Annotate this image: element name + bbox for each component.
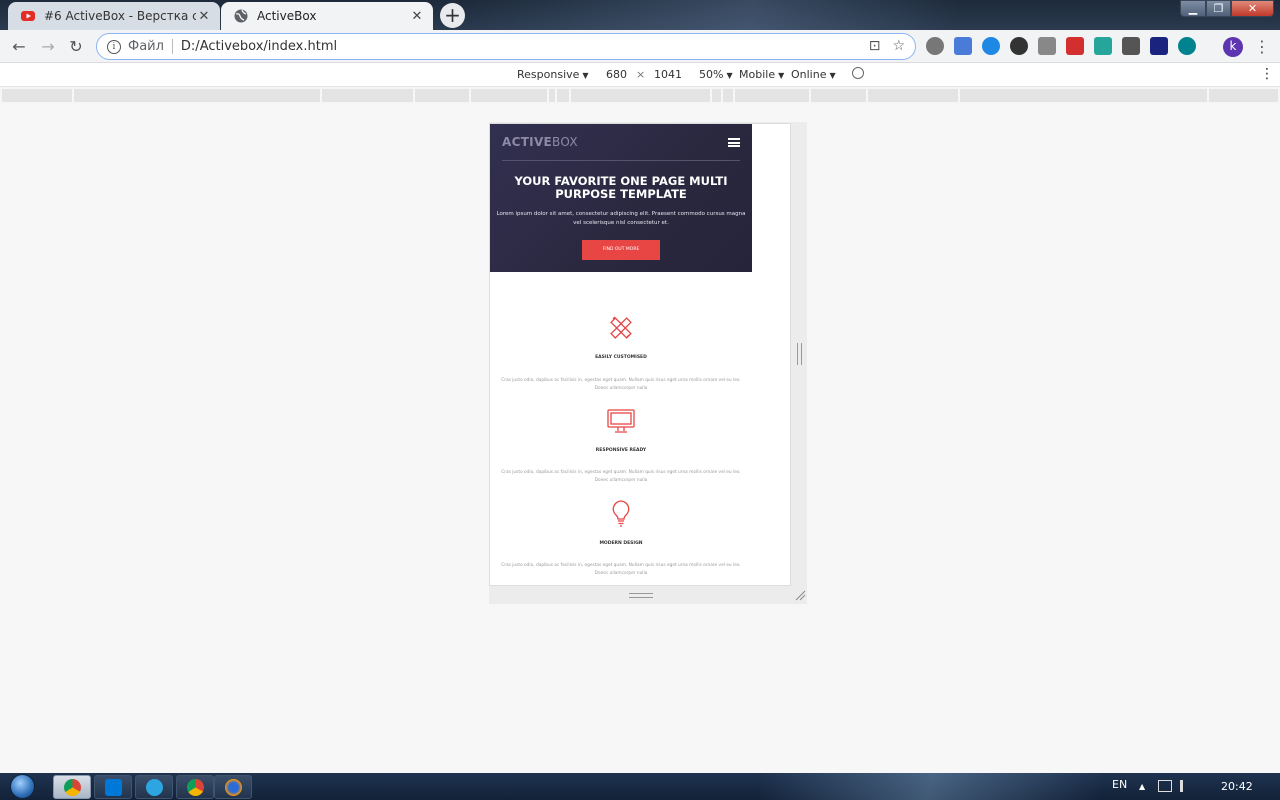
taskbar-vscode[interactable] xyxy=(94,775,132,799)
feature-text: Cras justo odio, dapibus ac facilisis in… xyxy=(501,378,741,391)
bookmark-extension-icon[interactable] xyxy=(1038,37,1056,55)
forward-button[interactable]: → xyxy=(37,36,59,58)
media-query-ruler[interactable] xyxy=(2,89,1278,102)
window-controls: ▁ ❐ ✕ xyxy=(1180,0,1274,17)
bird-extension-icon[interactable] xyxy=(1094,37,1112,55)
windows-logo-icon xyxy=(10,774,35,799)
lastpass-extension-icon[interactable] xyxy=(1066,37,1084,55)
language-indicator[interactable]: EN xyxy=(1112,778,1127,791)
clock-time[interactable]: 20:42 xyxy=(1221,780,1253,793)
height-input[interactable]: 1041 xyxy=(654,68,682,81)
resize-corner-handle[interactable] xyxy=(794,589,806,601)
triangle-extension-icon[interactable] xyxy=(982,37,1000,55)
browser-titlebar: #6 ActiveBox - Верстка сайта с н ✕ Activ… xyxy=(0,0,1280,30)
resize-side-handle[interactable] xyxy=(797,343,802,365)
volume-icon[interactable] xyxy=(1180,780,1190,792)
emulated-device-screen: ACTIVEBOX YOUR FAVORITE ONE PAGE MULTI P… xyxy=(489,123,791,586)
taskbar-firefox[interactable] xyxy=(214,775,252,799)
lightbulb-icon xyxy=(612,500,630,527)
translate-extension-icon[interactable] xyxy=(954,37,972,55)
pen-extension-icon[interactable] xyxy=(1122,37,1140,55)
taskbar-chrome-active[interactable] xyxy=(53,775,91,799)
address-text[interactable]: D:/Activebox/index.html xyxy=(181,39,337,54)
firefox-icon xyxy=(225,779,242,796)
resize-corner-icon xyxy=(795,590,806,601)
hero-text: Lorem ipsum dolor sit amet, consectetur … xyxy=(496,211,746,226)
telegram-icon xyxy=(146,779,163,796)
find-out-more-button[interactable]: FIND OUT MORE xyxy=(582,240,660,260)
hero-section: ACTIVEBOX YOUR FAVORITE ONE PAGE MULTI P… xyxy=(490,124,752,272)
browser-menu-icon[interactable]: ⋮ xyxy=(1254,36,1270,58)
chrome-icon xyxy=(187,779,204,796)
feature-text: Cras justo odio, dapibus ac facilisis in… xyxy=(501,563,741,576)
width-input[interactable]: 680 xyxy=(606,68,627,81)
tab-activebox[interactable]: ActiveBox ✕ xyxy=(221,2,433,30)
info-icon[interactable]: i xyxy=(107,39,121,54)
rotate-icon[interactable] xyxy=(852,67,864,79)
monitor-icon xyxy=(607,409,635,433)
swirl-extension-icon[interactable] xyxy=(1178,37,1196,55)
address-separator xyxy=(171,39,173,54)
translate-icon[interactable]: ⊡ xyxy=(869,38,881,54)
windows-taskbar: EN ▲ 20:42 xyxy=(0,773,1280,800)
reload-button[interactable]: ↻ xyxy=(65,36,87,58)
browser-toolbar: ← → ↻ i Файл D:/Activebox/index.html ⊡ ☆… xyxy=(0,30,1280,63)
dimension-times: × xyxy=(636,68,646,81)
omnibox-actions: ⊡ ☆ xyxy=(869,38,905,54)
start-button[interactable] xyxy=(6,773,42,800)
maximize-button[interactable]: ❐ xyxy=(1206,0,1231,17)
tab-title: ActiveBox xyxy=(257,9,317,23)
hero-title: YOUR FAVORITE ONE PAGE MULTI PURPOSE TEM… xyxy=(514,174,728,201)
taskbar-chrome[interactable] xyxy=(176,775,214,799)
hamburger-menu-icon[interactable] xyxy=(728,138,740,147)
tab-youtube[interactable]: #6 ActiveBox - Верстка сайта с н ✕ xyxy=(8,2,220,30)
grid-extension-icon[interactable] xyxy=(1150,37,1168,55)
tab-close-icon[interactable]: ✕ xyxy=(196,9,212,24)
youtube-icon xyxy=(21,11,35,21)
device-toolbar: Responsive ▼ 680 × 1041 50% ▼ Mobile ▼ Onli… xyxy=(0,63,1280,87)
chrome-icon xyxy=(64,779,81,796)
close-window-button[interactable]: ✕ xyxy=(1231,0,1274,17)
site-logo[interactable]: ACTIVEBOX xyxy=(502,135,578,149)
feature-title: MODERN DESIGN xyxy=(599,541,643,546)
tray-expand-icon[interactable]: ▲ xyxy=(1139,782,1145,791)
extensions-bar xyxy=(926,37,1196,55)
feature-title: RESPONSIVE READY xyxy=(595,448,647,453)
tab-title: #6 ActiveBox - Верстка сайта с н xyxy=(44,9,196,23)
feature-text: Cras justo odio, dapibus ac facilisis in… xyxy=(501,470,741,483)
bookmark-star-icon[interactable]: ☆ xyxy=(892,38,905,54)
clock-extension-icon[interactable] xyxy=(1010,37,1028,55)
network-dropdown[interactable]: Online ▼ xyxy=(791,68,836,81)
device-menu-icon[interactable]: ⋮ xyxy=(1260,66,1274,82)
device-type-dropdown[interactable]: Mobile ▼ xyxy=(739,68,784,81)
hero-divider xyxy=(502,160,740,161)
address-scheme-label: Файл xyxy=(128,39,164,54)
address-bar[interactable]: i Файл D:/Activebox/index.html ⊡ ☆ xyxy=(96,33,916,60)
feature-title: EASILY CUSTOMISED xyxy=(595,355,647,360)
globe-extension-icon[interactable] xyxy=(926,37,944,55)
tab-close-icon[interactable]: ✕ xyxy=(409,9,425,24)
zoom-dropdown[interactable]: 50% ▼ xyxy=(699,68,733,81)
pencil-ruler-icon xyxy=(610,316,632,339)
globe-icon xyxy=(234,9,248,23)
profile-avatar[interactable]: k xyxy=(1223,37,1243,57)
resize-bottom-handle[interactable] xyxy=(629,593,653,598)
taskbar-telegram[interactable] xyxy=(135,775,173,799)
vscode-icon xyxy=(105,779,122,796)
responsive-dropdown[interactable]: Responsive ▼ xyxy=(517,68,589,81)
back-button[interactable]: ← xyxy=(8,36,30,58)
new-tab-button[interactable]: + xyxy=(440,3,465,28)
network-icon[interactable] xyxy=(1158,780,1172,792)
minimize-button[interactable]: ▁ xyxy=(1180,0,1206,17)
